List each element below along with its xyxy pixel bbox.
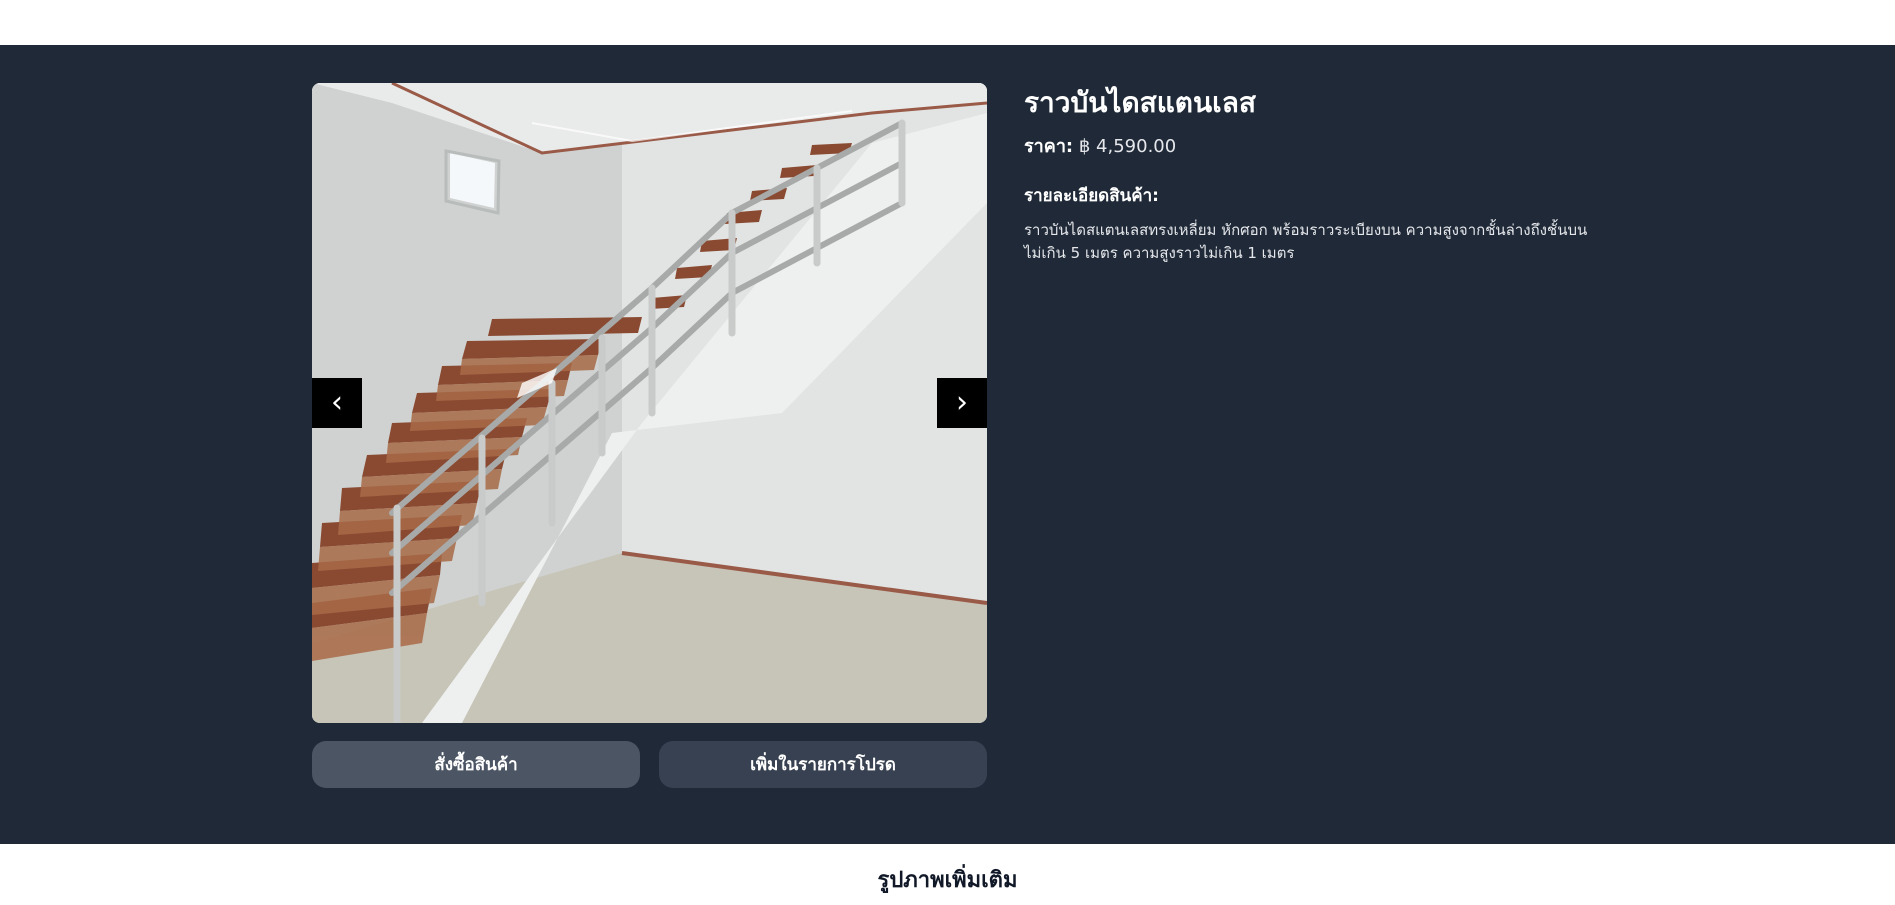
stairs-photo: [312, 83, 987, 723]
price-label: ราคา:: [1024, 136, 1074, 157]
product-section: ‹ › สั่งซื้อสินค้า เพิ่มในรายการโปรด ราว…: [0, 45, 1895, 844]
description-heading: รายละเอียดสินค้า:: [1024, 186, 1159, 206]
price-value: ฿ 4,590.00: [1078, 136, 1177, 157]
more-images-title: รูปภาพเพิ่มเติม: [877, 868, 1018, 893]
product-info: ราวบันไดสแตนเลส ราคา: ฿ 4,590.00 รายละเอ…: [1024, 83, 1594, 265]
product-title: ราวบันไดสแตนเลส: [1024, 86, 1256, 119]
add-to-favorites-button[interactable]: เพิ่มในรายการโปรด: [659, 741, 987, 788]
order-button[interactable]: สั่งซื้อสินค้า: [312, 741, 640, 788]
top-bar: [0, 0, 1895, 45]
prev-image-button[interactable]: ‹: [312, 378, 362, 428]
more-images-section: รูปภาพเพิ่มเติม: [0, 844, 1895, 905]
description-text: ราวบันไดสแตนเลสทรงเหลี่ยม หักศอก พร้อมรา…: [1024, 221, 1588, 262]
product-actions: สั่งซื้อสินค้า เพิ่มในรายการโปรด: [312, 741, 987, 788]
product-price: ราคา: ฿ 4,590.00: [1024, 131, 1594, 160]
image-gallery: ‹ ›: [312, 83, 987, 723]
next-image-button[interactable]: ›: [937, 378, 987, 428]
